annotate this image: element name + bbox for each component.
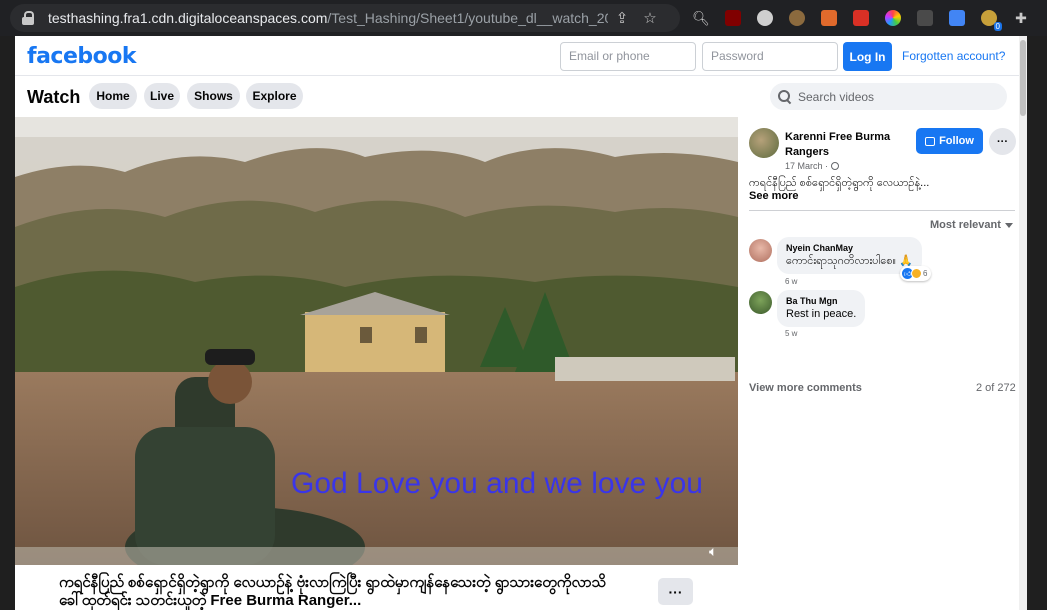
watch-nav: Watch Home Live Shows Explore Search vid… <box>15 77 1019 117</box>
sad-reaction-icon <box>911 268 922 279</box>
comment-text: Rest in peace. <box>786 308 857 320</box>
volume-icon[interactable]: 🔈︎ <box>709 543 717 560</box>
comment-bubble: Ba Thu Mgn Rest in peace. <box>777 290 866 327</box>
sort-label: Most relevant <box>930 219 1001 231</box>
ublock-icon[interactable] <box>720 5 746 31</box>
share-icon[interactable]: ⇪ <box>608 4 636 32</box>
forgot-account-link[interactable]: Forgotten account? <box>902 49 1005 63</box>
comment-text: ကောင်းရာသုဂတိလားပါစေ။ 🙏 <box>786 255 913 267</box>
extension-cookie-icon[interactable] <box>784 5 810 31</box>
comment-time[interactable]: 5 w <box>785 329 797 338</box>
comment-author[interactable]: Ba Thu Mgn <box>786 295 856 307</box>
comment-time[interactable]: 6 w <box>785 277 797 286</box>
puzzle-icon[interactable]: ✚ <box>1008 5 1034 31</box>
video-options-button[interactable]: ··· <box>658 578 693 605</box>
extension-glasses-icon[interactable] <box>752 5 778 31</box>
comment-author[interactable]: Nyein ChanMay <box>786 242 913 254</box>
color-picker-icon[interactable] <box>880 5 906 31</box>
comment-count: 2 of 272 <box>976 382 1016 394</box>
divider <box>749 210 1015 211</box>
bookmark-star-icon[interactable]: ☆ <box>636 4 664 32</box>
comment-avatar[interactable] <box>749 239 772 262</box>
email-field[interactable]: Email or phone <box>560 42 696 71</box>
password-field[interactable]: Password <box>702 42 838 71</box>
tab-shows[interactable]: Shows <box>187 83 240 109</box>
video-player[interactable]: God Love you and we love you 🔈︎ <box>15 117 738 565</box>
video-caption: God Love you and we love you <box>291 467 703 500</box>
post-side-panel: Karenni Free Burma Rangers 17 March · Fo… <box>738 117 1019 610</box>
comment-bubble: Nyein ChanMay ကောင်းရာသုဂတိလားပါစေ။ 🙏 <box>777 237 922 274</box>
page-scrollbar[interactable] <box>1019 36 1027 610</box>
view-more-comments-link[interactable]: View more comments <box>749 382 862 394</box>
tab-explore[interactable]: Explore <box>246 83 303 109</box>
extensions-bar: 🔍︎ 0 ✚ <box>688 4 1034 32</box>
url-host: testhashing.fra1.cdn.digitaloceanspaces.… <box>48 10 328 26</box>
extension-pen-icon[interactable] <box>912 5 938 31</box>
search-icon <box>778 89 792 104</box>
address-bar[interactable]: testhashing.fra1.cdn.digitaloceanspaces.… <box>10 4 680 32</box>
post-date[interactable]: 17 March · <box>785 161 828 171</box>
globe-icon <box>831 162 840 170</box>
extension-figure-icon[interactable] <box>816 5 842 31</box>
facebook-logo[interactable]: facebook <box>27 44 137 69</box>
browser-toolbar: testhashing.fra1.cdn.digitaloceanspaces.… <box>0 0 1047 36</box>
see-more-link[interactable]: See more <box>749 190 799 202</box>
search-placeholder: Search videos <box>798 89 875 104</box>
follow-icon <box>925 136 936 146</box>
page-name[interactable]: Karenni Free Burma Rangers <box>785 130 915 160</box>
page-avatar[interactable] <box>749 128 779 158</box>
extension-badge: 0 <box>993 22 1002 31</box>
tab-live[interactable]: Live <box>144 83 180 109</box>
comment-avatar[interactable] <box>749 291 772 314</box>
page-viewport: facebook Email or phone Password Log In … <box>15 36 1027 610</box>
post-options-button[interactable]: ··· <box>989 128 1016 155</box>
post-meta: 17 March · <box>785 161 840 171</box>
login-button[interactable]: Log In <box>843 42 892 71</box>
follow-button[interactable]: Follow <box>916 128 983 154</box>
comment-sort-dropdown[interactable]: Most relevant <box>930 219 1013 231</box>
video-post-title[interactable]: ကရင်နီပြည် စစ်ရှောင်ရှိတဲ့ရွာကို လေယာဉ်န… <box>59 574 619 610</box>
watch-title[interactable]: Watch <box>27 87 80 108</box>
extension-dots-icon[interactable] <box>848 5 874 31</box>
url-text[interactable]: testhashing.fra1.cdn.digitaloceanspaces.… <box>48 10 608 26</box>
extension-key-icon[interactable]: 0 <box>976 5 1002 31</box>
scrollbar-thumb[interactable] <box>1020 40 1026 116</box>
comment-reactions[interactable]: 👍︎ 6 <box>900 266 932 281</box>
caret-down-icon <box>1004 222 1013 228</box>
follow-label: Follow <box>939 135 974 147</box>
url-path: /Test_Hashing/Sheet1/youtube_dl__watch_2… <box>327 10 608 26</box>
translate-icon[interactable] <box>944 5 970 31</box>
tab-home[interactable]: Home <box>89 83 137 109</box>
search-icon[interactable]: 🔍︎ <box>688 5 714 31</box>
search-videos-input[interactable]: Search videos <box>770 83 1007 110</box>
lock-icon[interactable] <box>22 11 34 25</box>
reaction-count: 6 <box>923 269 928 278</box>
facebook-header: facebook Email or phone Password Log In … <box>15 36 1019 76</box>
